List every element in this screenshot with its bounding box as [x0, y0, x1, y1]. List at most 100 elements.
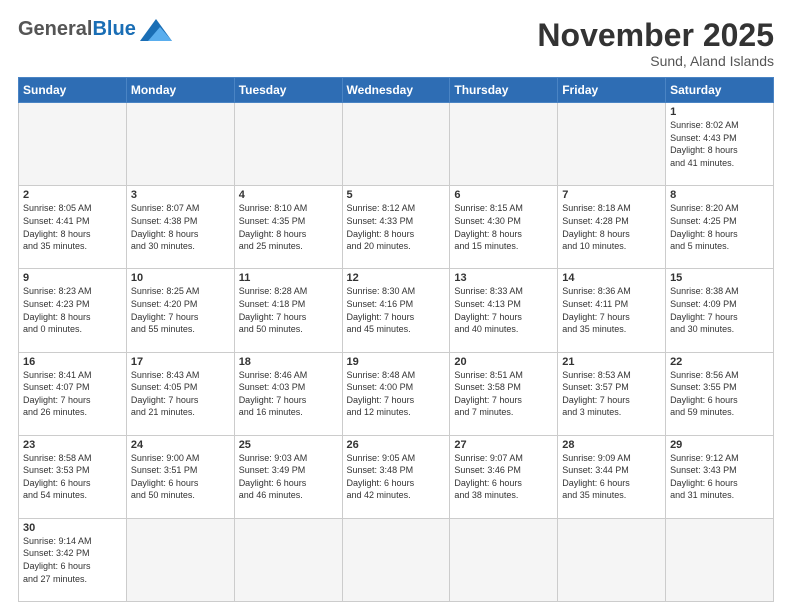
calendar-day-cell: 18Sunrise: 8:46 AM Sunset: 4:03 PM Dayli… [234, 352, 342, 435]
day-number: 13 [454, 272, 553, 284]
calendar-day-cell: 15Sunrise: 8:38 AM Sunset: 4:09 PM Dayli… [666, 269, 774, 352]
day-number: 17 [131, 356, 230, 368]
month-year-title: November 2025 [537, 18, 774, 53]
calendar-week-row: 30Sunrise: 9:14 AM Sunset: 3:42 PM Dayli… [19, 518, 774, 601]
day-number: 11 [239, 272, 338, 284]
calendar-week-row: 9Sunrise: 8:23 AM Sunset: 4:23 PM Daylig… [19, 269, 774, 352]
day-info: Sunrise: 9:09 AM Sunset: 3:44 PM Dayligh… [562, 452, 661, 502]
header-tuesday: Tuesday [234, 78, 342, 103]
calendar-day-cell: 10Sunrise: 8:25 AM Sunset: 4:20 PM Dayli… [126, 269, 234, 352]
calendar-day-cell: 23Sunrise: 8:58 AM Sunset: 3:53 PM Dayli… [19, 435, 127, 518]
title-section: November 2025 Sund, Aland Islands [537, 18, 774, 69]
day-number: 15 [670, 272, 769, 284]
header-friday: Friday [558, 78, 666, 103]
header-wednesday: Wednesday [342, 78, 450, 103]
calendar-day-cell: 29Sunrise: 9:12 AM Sunset: 3:43 PM Dayli… [666, 435, 774, 518]
day-info: Sunrise: 8:15 AM Sunset: 4:30 PM Dayligh… [454, 202, 553, 252]
day-number: 10 [131, 272, 230, 284]
day-info: Sunrise: 8:07 AM Sunset: 4:38 PM Dayligh… [131, 202, 230, 252]
calendar-day-cell [450, 518, 558, 601]
weekday-header-row: Sunday Monday Tuesday Wednesday Thursday… [19, 78, 774, 103]
day-info: Sunrise: 9:14 AM Sunset: 3:42 PM Dayligh… [23, 535, 122, 585]
calendar-day-cell: 14Sunrise: 8:36 AM Sunset: 4:11 PM Dayli… [558, 269, 666, 352]
calendar-day-cell: 20Sunrise: 8:51 AM Sunset: 3:58 PM Dayli… [450, 352, 558, 435]
calendar-day-cell: 9Sunrise: 8:23 AM Sunset: 4:23 PM Daylig… [19, 269, 127, 352]
day-number: 2 [23, 189, 122, 201]
calendar-day-cell: 28Sunrise: 9:09 AM Sunset: 3:44 PM Dayli… [558, 435, 666, 518]
calendar-day-cell [558, 103, 666, 186]
day-info: Sunrise: 8:38 AM Sunset: 4:09 PM Dayligh… [670, 285, 769, 335]
day-info: Sunrise: 8:51 AM Sunset: 3:58 PM Dayligh… [454, 369, 553, 419]
calendar-day-cell [19, 103, 127, 186]
header-thursday: Thursday [450, 78, 558, 103]
day-info: Sunrise: 8:53 AM Sunset: 3:57 PM Dayligh… [562, 369, 661, 419]
calendar-day-cell: 12Sunrise: 8:30 AM Sunset: 4:16 PM Dayli… [342, 269, 450, 352]
day-number: 19 [347, 356, 446, 368]
day-info: Sunrise: 9:03 AM Sunset: 3:49 PM Dayligh… [239, 452, 338, 502]
calendar-day-cell [666, 518, 774, 601]
calendar-day-cell: 21Sunrise: 8:53 AM Sunset: 3:57 PM Dayli… [558, 352, 666, 435]
day-number: 14 [562, 272, 661, 284]
day-number: 16 [23, 356, 122, 368]
day-info: Sunrise: 8:56 AM Sunset: 3:55 PM Dayligh… [670, 369, 769, 419]
calendar-day-cell [126, 518, 234, 601]
calendar-day-cell: 3Sunrise: 8:07 AM Sunset: 4:38 PM Daylig… [126, 186, 234, 269]
day-number: 30 [23, 522, 122, 534]
day-info: Sunrise: 8:05 AM Sunset: 4:41 PM Dayligh… [23, 202, 122, 252]
day-number: 6 [454, 189, 553, 201]
calendar-day-cell: 13Sunrise: 8:33 AM Sunset: 4:13 PM Dayli… [450, 269, 558, 352]
day-number: 20 [454, 356, 553, 368]
logo-blue-text: Blue [92, 18, 135, 41]
day-number: 12 [347, 272, 446, 284]
day-number: 1 [670, 106, 769, 118]
calendar-day-cell: 26Sunrise: 9:05 AM Sunset: 3:48 PM Dayli… [342, 435, 450, 518]
calendar-day-cell: 24Sunrise: 9:00 AM Sunset: 3:51 PM Dayli… [126, 435, 234, 518]
day-info: Sunrise: 8:43 AM Sunset: 4:05 PM Dayligh… [131, 369, 230, 419]
logo-general-text: General [18, 18, 92, 41]
logo-icon [140, 19, 172, 41]
calendar-day-cell: 6Sunrise: 8:15 AM Sunset: 4:30 PM Daylig… [450, 186, 558, 269]
calendar-day-cell: 4Sunrise: 8:10 AM Sunset: 4:35 PM Daylig… [234, 186, 342, 269]
calendar-week-row: 16Sunrise: 8:41 AM Sunset: 4:07 PM Dayli… [19, 352, 774, 435]
day-number: 4 [239, 189, 338, 201]
calendar-day-cell: 17Sunrise: 8:43 AM Sunset: 4:05 PM Dayli… [126, 352, 234, 435]
calendar-day-cell [234, 518, 342, 601]
day-info: Sunrise: 8:23 AM Sunset: 4:23 PM Dayligh… [23, 285, 122, 335]
day-info: Sunrise: 8:10 AM Sunset: 4:35 PM Dayligh… [239, 202, 338, 252]
day-number: 25 [239, 439, 338, 451]
calendar-day-cell: 11Sunrise: 8:28 AM Sunset: 4:18 PM Dayli… [234, 269, 342, 352]
day-info: Sunrise: 8:41 AM Sunset: 4:07 PM Dayligh… [23, 369, 122, 419]
day-info: Sunrise: 8:36 AM Sunset: 4:11 PM Dayligh… [562, 285, 661, 335]
calendar-day-cell [342, 103, 450, 186]
header-saturday: Saturday [666, 78, 774, 103]
day-info: Sunrise: 9:12 AM Sunset: 3:43 PM Dayligh… [670, 452, 769, 502]
day-number: 3 [131, 189, 230, 201]
day-number: 9 [23, 272, 122, 284]
header: General Blue November 2025 Sund, Aland I… [18, 18, 774, 69]
calendar-day-cell [342, 518, 450, 601]
location-subtitle: Sund, Aland Islands [537, 53, 774, 69]
day-number: 18 [239, 356, 338, 368]
calendar-day-cell [558, 518, 666, 601]
calendar-day-cell: 25Sunrise: 9:03 AM Sunset: 3:49 PM Dayli… [234, 435, 342, 518]
calendar-day-cell: 27Sunrise: 9:07 AM Sunset: 3:46 PM Dayli… [450, 435, 558, 518]
day-number: 23 [23, 439, 122, 451]
day-info: Sunrise: 8:33 AM Sunset: 4:13 PM Dayligh… [454, 285, 553, 335]
day-number: 8 [670, 189, 769, 201]
calendar-day-cell: 16Sunrise: 8:41 AM Sunset: 4:07 PM Dayli… [19, 352, 127, 435]
day-info: Sunrise: 9:05 AM Sunset: 3:48 PM Dayligh… [347, 452, 446, 502]
day-info: Sunrise: 8:58 AM Sunset: 3:53 PM Dayligh… [23, 452, 122, 502]
day-number: 27 [454, 439, 553, 451]
page: General Blue November 2025 Sund, Aland I… [0, 0, 792, 612]
calendar-day-cell: 30Sunrise: 9:14 AM Sunset: 3:42 PM Dayli… [19, 518, 127, 601]
day-number: 29 [670, 439, 769, 451]
calendar-week-row: 2Sunrise: 8:05 AM Sunset: 4:41 PM Daylig… [19, 186, 774, 269]
calendar-day-cell: 5Sunrise: 8:12 AM Sunset: 4:33 PM Daylig… [342, 186, 450, 269]
calendar-day-cell: 22Sunrise: 8:56 AM Sunset: 3:55 PM Dayli… [666, 352, 774, 435]
calendar-day-cell: 8Sunrise: 8:20 AM Sunset: 4:25 PM Daylig… [666, 186, 774, 269]
calendar-day-cell: 1Sunrise: 8:02 AM Sunset: 4:43 PM Daylig… [666, 103, 774, 186]
day-number: 7 [562, 189, 661, 201]
day-info: Sunrise: 8:18 AM Sunset: 4:28 PM Dayligh… [562, 202, 661, 252]
day-info: Sunrise: 9:07 AM Sunset: 3:46 PM Dayligh… [454, 452, 553, 502]
calendar-day-cell [126, 103, 234, 186]
